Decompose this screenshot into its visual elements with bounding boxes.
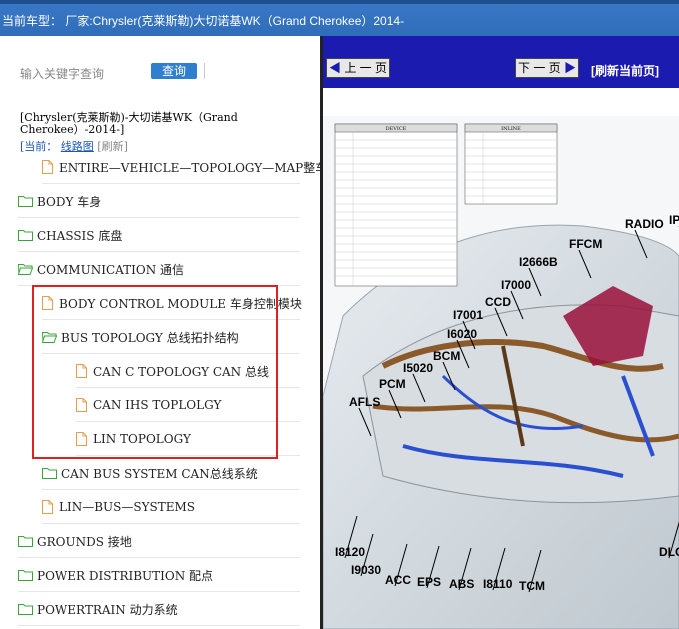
folder-icon — [42, 467, 61, 479]
tree-item[interactable]: ENTIRE—VEHICLE—TOPOLOGY—MAP整车 — [42, 150, 327, 184]
search-button[interactable]: 查询 — [151, 63, 197, 79]
tree-item[interactable]: POWERTRAIN 动力系统 — [18, 592, 300, 626]
tree-item-label: CHASSIS 底盘 — [37, 228, 123, 243]
diagram-label: I6020 — [447, 327, 477, 341]
wiring-diagram: DEVICE INLINE RADIO IPFFCMI2666BI7000CCD… — [323, 116, 679, 629]
tree-item[interactable]: CHASSIS 底盘 — [18, 218, 300, 252]
inline-table: INLINE — [464, 123, 558, 205]
diagram-label: I8120 — [335, 545, 365, 559]
device-table: DEVICE — [334, 123, 458, 287]
next-page-button[interactable]: 下 一 页 ▶ — [515, 58, 579, 78]
tree-item[interactable]: LIN—BUS—SYSTEMS — [42, 490, 300, 524]
diagram-label: I7001 — [453, 308, 483, 322]
viewer-panel: ◀ 上 一 页 下 一 页 ▶ [刷新当前页] DEVICE INLINE RA… — [323, 36, 679, 629]
tree-item-label: CAN BUS SYSTEM CAN总线系统 — [61, 466, 258, 481]
tree-item-label: ENTIRE—VEHICLE—TOPOLOGY—MAP整车 — [59, 160, 328, 175]
diagram-label: CCD — [485, 295, 511, 309]
diagram-label: I5020 — [403, 361, 433, 375]
search-input[interactable]: 输入关键字查询 — [20, 65, 104, 82]
tree-item[interactable]: BODY 车身 — [18, 184, 300, 218]
tree-item-label: COMMUNICATION 通信 — [37, 262, 185, 277]
tree-item[interactable]: GROUNDS 接地 — [18, 524, 300, 558]
tree-item-label: BODY 车身 — [37, 194, 102, 209]
tree-item[interactable]: COMMUNICATION 通信 — [18, 252, 300, 286]
refresh-page-button[interactable]: [刷新当前页] — [591, 62, 659, 79]
top-bar: 当前车型： 厂家:Chrysler(克莱斯勒)大切诺基WK（Grand Cher… — [0, 0, 679, 36]
prev-page-button[interactable]: ◀ 上 一 页 — [326, 58, 390, 78]
folder-icon — [18, 195, 37, 207]
highlight-box — [32, 285, 278, 459]
prev-page-label: 上 一 页 — [344, 61, 388, 75]
diagram-label: I8110 — [483, 577, 513, 591]
top-strip — [0, 0, 679, 4]
prev-arrow-icon: ◀ — [328, 61, 341, 75]
device-table-title: DEVICE — [386, 126, 407, 132]
vehicle-title: [Chrysler(克莱斯勒)-大切诺基WK（Grand Cherokee）-2… — [20, 111, 238, 136]
diagram-label: I2666B — [519, 255, 558, 269]
next-page-label: 下 一 页 — [517, 61, 561, 75]
inline-table-title: INLINE — [501, 126, 521, 132]
viewer-navbar: ◀ 上 一 页 下 一 页 ▶ [刷新当前页] — [323, 36, 679, 88]
diagram-label: IP — [669, 213, 679, 227]
search-separator — [204, 63, 205, 79]
tree-separator — [18, 625, 300, 626]
tree-item-label: LIN—BUS—SYSTEMS — [59, 500, 195, 514]
diagram-label: FFCM — [569, 237, 602, 251]
document-icon — [42, 500, 59, 514]
tree-item-label: GROUNDS 接地 — [37, 534, 132, 549]
tree-item-label: POWERTRAIN 动力系统 — [37, 602, 178, 617]
tree-item[interactable]: CAN BUS SYSTEM CAN总线系统 — [42, 456, 300, 490]
diagram-label: AFLS — [349, 395, 380, 409]
folder-icon — [18, 569, 37, 581]
tree-item-label: POWER DISTRIBUTION 配点 — [37, 568, 214, 583]
diagram-label: RADIO — [625, 217, 664, 231]
folder-icon — [18, 535, 37, 547]
diagram-label: PCM — [379, 377, 406, 391]
next-arrow-icon: ▶ — [564, 61, 577, 75]
folder-icon — [18, 603, 37, 615]
current-vehicle-title: 当前车型： 厂家:Chrysler(克莱斯勒)大切诺基WK（Grand Cher… — [2, 14, 405, 28]
diagram-label: I9030 — [351, 563, 381, 577]
diagram-label: BCM — [433, 349, 460, 363]
document-icon — [42, 160, 59, 174]
folder-icon — [18, 229, 37, 241]
diagram-label: I7000 — [501, 278, 531, 292]
tree-item[interactable]: POWER DISTRIBUTION 配点 — [18, 558, 300, 592]
folder-open-icon — [18, 263, 37, 275]
